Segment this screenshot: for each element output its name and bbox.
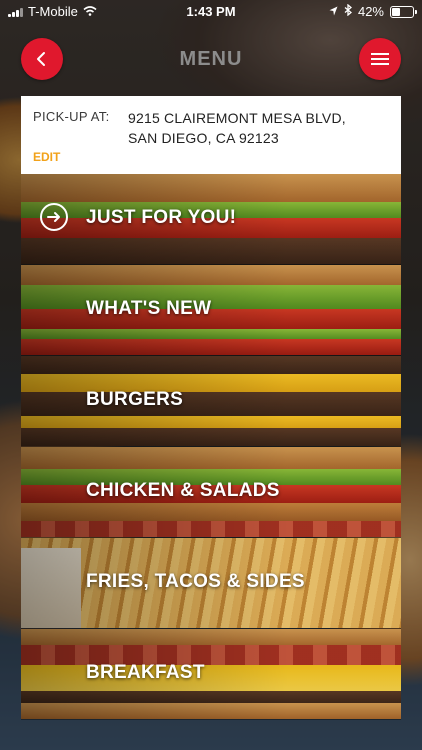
category-just-for-you[interactable]: JUST FOR YOU!: [21, 174, 401, 265]
category-label: CHICKEN & SALADS: [86, 480, 280, 501]
category-label: BREAKFAST: [86, 662, 205, 683]
battery-fill: [392, 7, 400, 16]
category-label: FRIES, TACOS & SIDES: [86, 571, 305, 592]
location-icon: [329, 4, 338, 19]
category-breakfast[interactable]: BREAKFAST: [21, 629, 401, 720]
pickup-address: 9215 CLAIREMONT MESA BLVD, SAN DIEGO, CA…: [128, 108, 346, 148]
battery-icon: [390, 5, 417, 18]
menu-button[interactable]: [359, 38, 401, 80]
edit-pickup-link[interactable]: EDIT: [33, 150, 60, 164]
category-list: JUST FOR YOU! WHAT'S NEW BURGERS CHICKEN…: [21, 174, 401, 730]
category-label: WHAT'S NEW: [86, 298, 212, 319]
bluetooth-icon: [344, 3, 352, 19]
category-label: BURGERS: [86, 389, 184, 410]
address-line2: SAN DIEGO, CA 92123: [128, 130, 279, 146]
hamburger-icon: [371, 53, 389, 65]
status-bar: T-Mobile 1:43 PM 42%: [0, 0, 422, 22]
battery-percent: 42%: [357, 4, 384, 19]
category-burgers[interactable]: BURGERS: [21, 356, 401, 447]
pickup-label: PICK-UP AT:: [33, 109, 110, 124]
status-indicators: 42%: [329, 3, 417, 19]
pickup-card: PICK-UP AT: 9215 CLAIREMONT MESA BLVD, S…: [21, 96, 401, 174]
category-label: JUST FOR YOU!: [86, 207, 237, 228]
arrow-circle-right-icon: [40, 203, 68, 231]
category-whats-new[interactable]: WHAT'S NEW: [21, 265, 401, 356]
category-fries-tacos-sides[interactable]: FRIES, TACOS & SIDES: [21, 538, 401, 629]
category-chicken-salads[interactable]: CHICKEN & SALADS: [21, 447, 401, 538]
address-line1: 9215 CLAIREMONT MESA BLVD,: [128, 110, 346, 126]
